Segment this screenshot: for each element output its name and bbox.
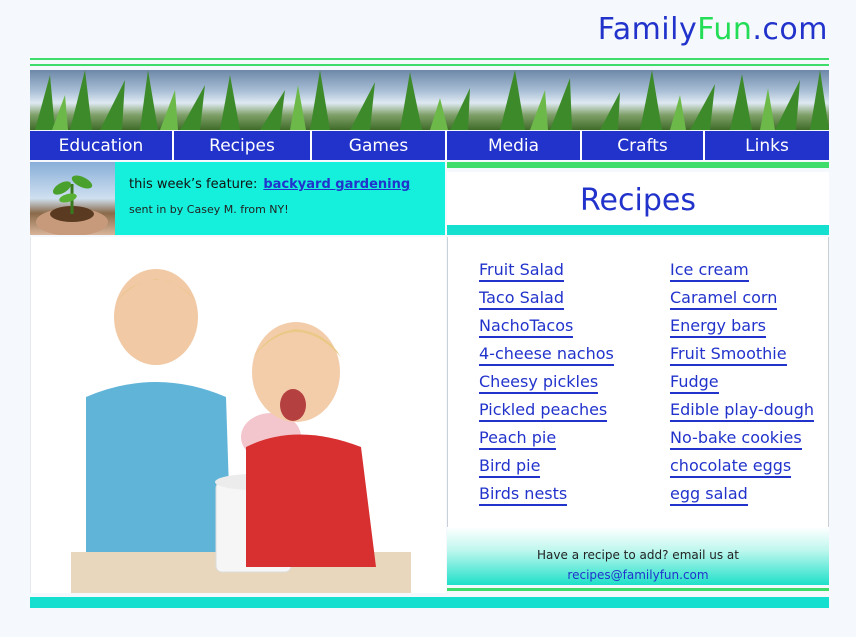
recipe-link[interactable]: Cheesy pickles bbox=[479, 371, 614, 399]
grass-banner-image bbox=[30, 70, 829, 130]
site-logo[interactable]: FamilyFun.com bbox=[598, 12, 828, 47]
submit-recipe-box: Have a recipe to add? email us at recipe… bbox=[447, 527, 829, 585]
recipe-link[interactable]: Pickled peaches bbox=[479, 399, 614, 427]
recipe-label: Edible play-dough bbox=[670, 400, 814, 422]
recipe-label: Fudge bbox=[670, 372, 719, 394]
logo-family: Family bbox=[597, 12, 698, 47]
nav-recipes[interactable]: Recipes bbox=[174, 131, 312, 160]
recipe-column-right: Ice cream Caramel corn Energy bars Fruit… bbox=[670, 259, 814, 511]
recipe-link[interactable]: Edible play-dough bbox=[670, 399, 814, 427]
recipe-link[interactable]: Energy bars bbox=[670, 315, 814, 343]
recipe-link[interactable]: No-bake cookies bbox=[670, 427, 814, 455]
recipe-label: Energy bars bbox=[670, 316, 766, 338]
recipe-label: 4-cheese nachos bbox=[479, 344, 614, 366]
submit-text: Have a recipe to add? email us at bbox=[537, 548, 739, 562]
recipe-label: No-bake cookies bbox=[670, 428, 802, 450]
logo-domain: .com bbox=[752, 12, 828, 47]
logo-fun: Fun bbox=[697, 12, 753, 47]
recipe-label: NachoTacos bbox=[479, 316, 574, 338]
recipe-link[interactable]: Bird pie bbox=[479, 455, 614, 483]
nav-links[interactable]: Links bbox=[705, 131, 829, 160]
recipe-link[interactable]: Fruit Smoothie bbox=[670, 343, 814, 371]
feature-label: this week’s feature: bbox=[129, 177, 258, 192]
main-nav: Education Recipes Games Media Crafts Lin… bbox=[30, 131, 829, 160]
recipe-link[interactable]: Ice cream bbox=[670, 259, 814, 287]
header-rule-top bbox=[30, 58, 829, 60]
feature-line: this week’s feature: backyard gardening bbox=[129, 177, 410, 192]
panel-rule-bottom bbox=[447, 588, 829, 591]
recipe-label: Peach pie bbox=[479, 428, 557, 450]
nav-education[interactable]: Education bbox=[30, 131, 174, 160]
recipe-label: Pickled peaches bbox=[479, 400, 608, 422]
recipe-link[interactable]: 4-cheese nachos bbox=[479, 343, 614, 371]
recipe-label: Bird pie bbox=[479, 456, 541, 478]
recipe-link[interactable]: Fudge bbox=[670, 371, 814, 399]
recipe-label: Birds nests bbox=[479, 484, 568, 506]
recipe-link[interactable]: Birds nests bbox=[479, 483, 614, 511]
recipe-label: Caramel corn bbox=[670, 288, 778, 310]
nav-media[interactable]: Media bbox=[447, 131, 582, 160]
submit-email-link[interactable]: recipes@familyfun.com bbox=[447, 568, 829, 582]
grass-illustration bbox=[35, 70, 829, 130]
weekly-feature: this week’s feature: backyard gardening s… bbox=[30, 162, 445, 235]
recipe-link[interactable]: Fruit Salad bbox=[479, 259, 614, 287]
header-rule-bottom bbox=[30, 64, 829, 66]
recipe-label: Fruit Salad bbox=[479, 260, 564, 282]
recipe-link[interactable]: NachoTacos bbox=[479, 315, 614, 343]
recipe-label: chocolate eggs bbox=[670, 456, 792, 478]
recipe-link[interactable]: Caramel corn bbox=[670, 287, 814, 315]
feature-link[interactable]: backyard gardening bbox=[263, 177, 410, 192]
recipe-label: Taco Salad bbox=[479, 288, 564, 310]
seedling-illustration bbox=[36, 175, 108, 235]
panel-title-bar bbox=[447, 225, 829, 235]
recipe-label: egg salad bbox=[670, 484, 748, 506]
panel-rule-top bbox=[447, 162, 829, 168]
recipe-link[interactable]: Peach pie bbox=[479, 427, 614, 455]
recipe-list: Fruit Salad Taco Salad NachoTacos 4-chee… bbox=[447, 237, 829, 527]
recipe-link[interactable]: chocolate eggs bbox=[670, 455, 814, 483]
kids-illustration bbox=[71, 269, 411, 593]
footer-bar bbox=[30, 597, 829, 608]
recipe-label: Cheesy pickles bbox=[479, 372, 599, 394]
recipe-label: Ice cream bbox=[670, 260, 749, 282]
recipe-column-left: Fruit Salad Taco Salad NachoTacos 4-chee… bbox=[479, 259, 614, 511]
recipe-link[interactable]: Taco Salad bbox=[479, 287, 614, 315]
recipes-panel: Recipes Fruit Salad Taco Salad NachoTaco… bbox=[447, 162, 829, 593]
recipe-label: Fruit Smoothie bbox=[670, 344, 787, 366]
nav-games[interactable]: Games bbox=[312, 131, 447, 160]
feature-credit: sent in by Casey M. from NY! bbox=[129, 203, 289, 216]
recipe-link[interactable]: egg salad bbox=[670, 483, 814, 511]
nav-crafts[interactable]: Crafts bbox=[582, 131, 705, 160]
seedling-thumbnail bbox=[30, 162, 115, 235]
recipes-title: Recipes bbox=[447, 172, 829, 228]
kids-ice-cream-photo bbox=[30, 237, 446, 593]
